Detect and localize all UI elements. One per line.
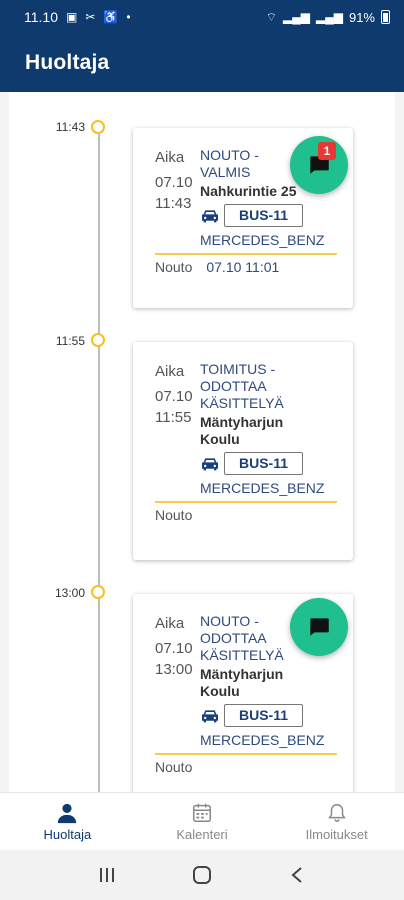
timeline-dot: [91, 333, 105, 347]
home-button[interactable]: [190, 863, 214, 887]
aika-label: Aika: [155, 149, 185, 166]
trip-status: NOUTO - ODOTTAA KÄSITTELYÄ: [200, 613, 284, 663]
trip-card[interactable]: Aika 07.10 11:55 TOIMITUS - ODOTTAA KÄSI…: [133, 342, 353, 560]
timeline-line: [98, 134, 100, 792]
footer-label: Nouto: [155, 759, 193, 775]
bottom-navigation: Huoltaja Kalenteri Ilmoitukset: [0, 792, 404, 850]
car-icon: [202, 709, 218, 722]
image-notification-icon: ▣: [66, 10, 78, 24]
card-divider: [155, 753, 337, 755]
trip-address: Mäntyharjun Koulu: [200, 414, 284, 447]
app-bar: Huoltaja: [0, 34, 404, 92]
nav-label: Huoltaja: [43, 826, 92, 842]
page-title: Huoltaja: [25, 51, 110, 74]
vehicle-brand: MERCEDES_BENZ: [200, 232, 325, 248]
entry-time: 11:43: [55, 120, 85, 134]
home-icon: [192, 866, 211, 884]
entry-time: 13:00: [54, 586, 85, 600]
wifi-icon: ⌔: [265, 10, 278, 24]
system-navigation-bar: [0, 850, 404, 900]
signal-icon-2: ▂▄▆: [316, 10, 343, 24]
car-icon: [202, 209, 218, 222]
card-date: 07.10: [155, 388, 193, 405]
trip-status: NOUTO - VALMIS: [200, 147, 259, 180]
vehicle-brand: MERCEDES_BENZ: [200, 732, 325, 748]
tools-notification-icon: ✂: [85, 10, 96, 24]
back-icon: [291, 867, 302, 883]
calendar-icon: [193, 803, 211, 822]
signal-icon: ▂▄▆: [283, 10, 310, 24]
card-date: 07.10: [155, 174, 193, 191]
timeline-list[interactable]: 11:43 Aika 07.10 11:43 NOUTO - VALMIS Na…: [9, 92, 395, 792]
car-icon: [202, 457, 218, 470]
footer-label: Nouto: [155, 507, 193, 523]
footer-value: 07.10 11:01: [206, 259, 280, 275]
card-clock: 13:00: [155, 661, 193, 678]
nav-tab-kalenteri[interactable]: Kalenteri: [135, 793, 270, 850]
recent-apps-button[interactable]: [95, 863, 119, 887]
app-screen: 11.10 ▣ ✂ ♿ • ⌔ ▂▄▆ ▂▄▆ 91% Huoltaja 11:…: [0, 0, 404, 900]
timeline-dot: [91, 585, 105, 599]
more-dot-icon: •: [126, 10, 131, 24]
vehicle-brand: MERCEDES_BENZ: [200, 480, 325, 496]
timeline-dot: [91, 120, 105, 134]
footer-label: Nouto: [155, 259, 193, 275]
aika-label: Aika: [155, 615, 185, 632]
nav-tab-huoltaja[interactable]: Huoltaja: [0, 793, 135, 850]
nav-label: Kalenteri: [176, 826, 228, 842]
chat-button[interactable]: 1: [290, 136, 348, 194]
recent-apps-icon: [100, 868, 115, 882]
card-date: 07.10: [155, 640, 193, 657]
chat-button[interactable]: [290, 598, 348, 656]
accessibility-notification-icon: ♿: [103, 10, 119, 24]
status-time: 11.10: [24, 9, 58, 25]
chat-badge: 1: [318, 142, 336, 160]
back-button[interactable]: [285, 863, 309, 887]
nav-label: Ilmoitukset: [305, 826, 368, 842]
bus-badge: BUS-11: [224, 704, 304, 727]
person-icon: [58, 803, 77, 823]
chat-icon: [310, 618, 329, 636]
nav-tab-ilmoitukset[interactable]: Ilmoitukset: [269, 793, 404, 850]
bell-icon: [327, 803, 346, 822]
aika-label: Aika: [155, 363, 185, 380]
card-divider: [155, 253, 337, 255]
trip-status: TOIMITUS - ODOTTAA KÄSITTELYÄ: [200, 361, 284, 411]
card-clock: 11:55: [155, 409, 192, 426]
bus-badge: BUS-11: [224, 452, 304, 475]
card-clock: 11:43: [155, 195, 192, 212]
battery-icon: [381, 10, 390, 24]
status-bar: 11.10 ▣ ✂ ♿ • ⌔ ▂▄▆ ▂▄▆ 91%: [0, 0, 404, 34]
card-divider: [155, 501, 337, 503]
entry-time: 11:55: [55, 334, 85, 348]
battery-percent: 91%: [348, 9, 375, 25]
bus-badge: BUS-11: [224, 204, 304, 227]
trip-address: Mäntyharjun Koulu: [200, 666, 284, 699]
